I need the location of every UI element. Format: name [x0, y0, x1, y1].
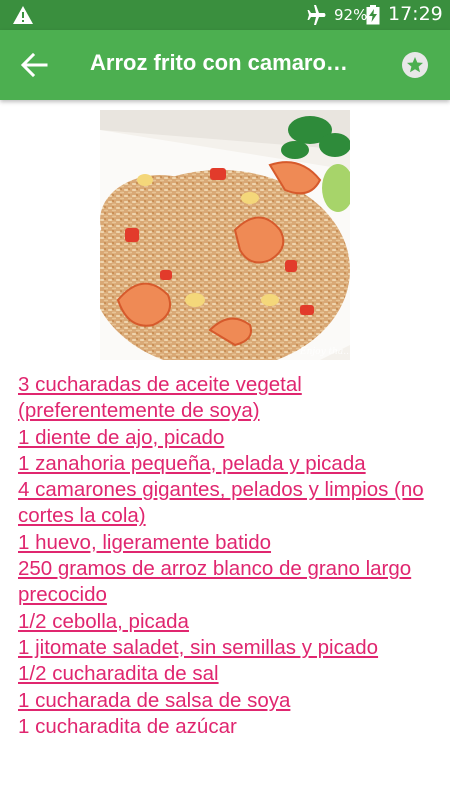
ingredient-link[interactable]: 3 cucharadas de aceite vegetal (preferen… [18, 372, 443, 425]
ingredient-link[interactable]: 1 zanahoria pequeña, pelada y picada [18, 451, 443, 477]
clock: 17:29 [388, 3, 443, 25]
ingredient-link[interactable]: 1/2 cebolla, picada [18, 609, 443, 635]
status-bar: 92% 17:29 [0, 0, 450, 30]
ingredient-link[interactable]: 1 huevo, ligeramente batido [18, 530, 443, 556]
ingredient-link[interactable]: 1 cucharada de salsa de soya [18, 688, 443, 714]
battery-percent: 92% [334, 6, 368, 24]
warning-icon [13, 6, 33, 24]
fried-rice-image: Enjoy tha... [100, 110, 350, 360]
battery-charging-icon [366, 5, 380, 25]
airplane-mode-icon [307, 5, 326, 25]
ingredient-link[interactable]: 1 diente de ajo, picado [18, 425, 443, 451]
ingredient-link[interactable]: 250 gramos de arroz blanco de grano larg… [18, 556, 443, 609]
back-arrow-icon[interactable] [20, 52, 48, 78]
ingredient-list: 3 cucharadas de aceite vegetal (preferen… [18, 372, 443, 740]
favorite-button[interactable] [402, 52, 428, 78]
app-bar: Arroz frito con camaro… [0, 30, 450, 100]
ingredient-link[interactable]: 1 jitomate saladet, sin semillas y picad… [18, 635, 443, 661]
ingredient-link[interactable]: 4 camarones gigantes, pelados y limpios … [18, 477, 443, 530]
page-title: Arroz frito con camaro… [90, 50, 348, 75]
ingredient-link[interactable]: 1/2 cucharadita de sal [18, 661, 443, 687]
image-watermark: Enjoy tha... [299, 347, 350, 357]
star-icon [407, 57, 423, 73]
recipe-photo: Enjoy tha... [100, 110, 350, 360]
ingredient-item: 1 cucharadita de azúcar [18, 714, 237, 738]
